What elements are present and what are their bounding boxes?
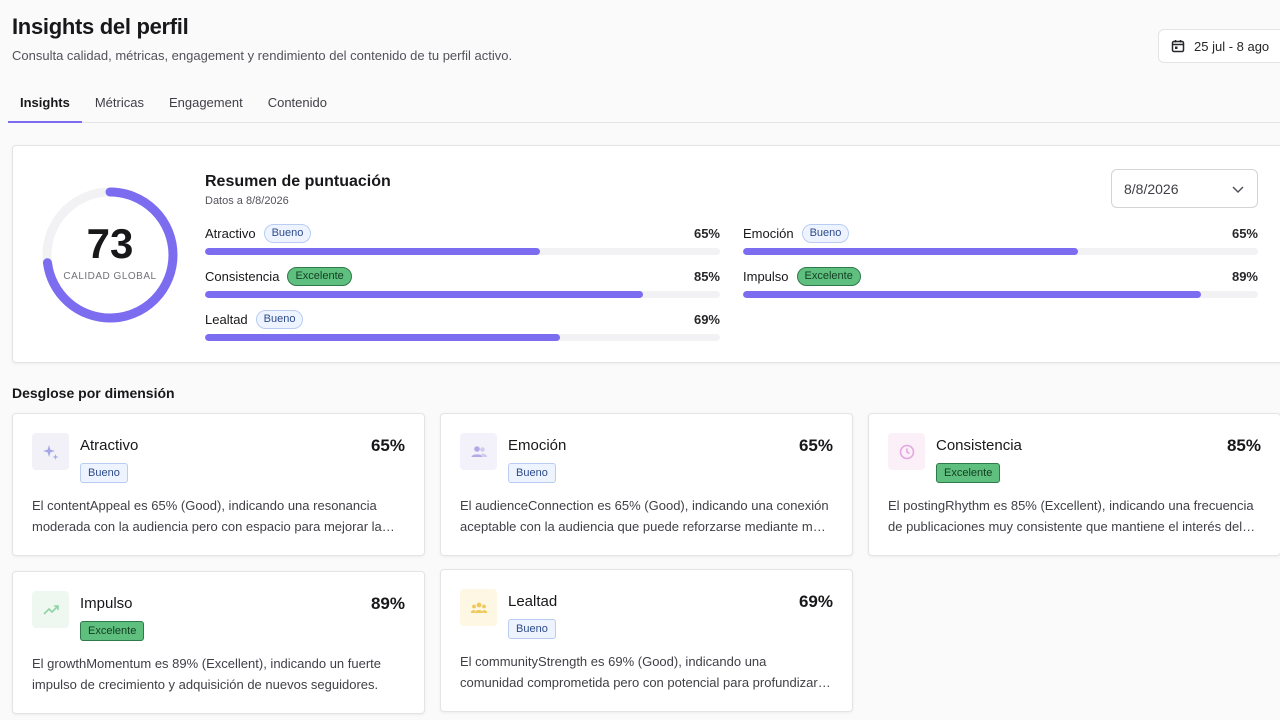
dimension-card-emocion[interactable]: Emoción Bueno 65% El audienceConnection … — [440, 413, 853, 556]
status-badge: Bueno — [508, 619, 556, 639]
clock-icon — [888, 433, 925, 470]
dimension-name: Consistencia — [936, 437, 1022, 454]
tab-engagement[interactable]: Engagement — [157, 86, 255, 123]
dimension-name: Lealtad — [508, 593, 558, 610]
dimension-description: El growthMomentum es 89% (Excellent), in… — [32, 656, 382, 692]
metric-percent: 89% — [1231, 268, 1258, 284]
progress-track — [205, 248, 720, 255]
date-range-button[interactable]: 25 jul - 8 ago — [1158, 29, 1280, 63]
summary-date-note: Datos a 8/8/2026 — [205, 195, 289, 207]
status-badge: Bueno — [508, 463, 556, 483]
metric-name: Impulso — [743, 268, 789, 284]
dimension-name: Emoción — [508, 437, 567, 454]
tab-contenido[interactable]: Contenido — [256, 86, 339, 123]
status-badge: Bueno — [263, 223, 312, 243]
score-value: 73 — [86, 220, 134, 267]
tab-bar: Insights Métricas Engagement Contenido — [8, 86, 1280, 123]
chevron-down-icon — [1232, 185, 1244, 193]
dimension-percent: 65% — [370, 436, 405, 455]
page-subtitle: Consulta calidad, métricas, engagement y… — [12, 48, 513, 63]
progress-track — [205, 334, 720, 341]
users-icon — [460, 433, 497, 470]
status-badge: Excelente — [80, 621, 145, 641]
progress-fill — [205, 291, 643, 298]
dimension-percent: 85% — [1226, 436, 1261, 455]
progress-fill — [205, 248, 540, 255]
metric-atractivo: Atractivo Bueno 65% — [205, 223, 720, 255]
dimension-percent: 65% — [798, 436, 833, 455]
dimension-name: Atractivo — [80, 437, 139, 454]
progress-fill — [743, 248, 1078, 255]
date-range-label: 25 jul - 8 ago — [1194, 38, 1270, 54]
dimension-card-impulso[interactable]: Impulso Excelente 89% El growthMomentum … — [12, 571, 425, 714]
community-icon — [460, 589, 497, 626]
status-badge: Excelente — [287, 266, 352, 286]
dimension-description: El communityStrength es 69% (Good), indi… — [460, 654, 832, 690]
score-label: CALIDAD GLOBAL — [63, 271, 157, 282]
metric-percent: 65% — [1231, 225, 1258, 241]
metric-percent: 85% — [693, 268, 720, 284]
status-badge: Excelente — [936, 463, 1001, 483]
progress-track — [743, 291, 1258, 298]
dimension-description: El audienceConnection es 65% (Good), ind… — [460, 498, 829, 534]
date-select-value: 8/8/2026 — [1124, 180, 1179, 197]
metric-name: Emoción — [743, 225, 794, 241]
dimension-name: Impulso — [80, 595, 133, 612]
progress-track — [205, 291, 720, 298]
trending-up-icon — [32, 591, 69, 628]
dimension-card-atractivo[interactable]: Atractivo Bueno 65% El contentAppeal es … — [12, 413, 425, 556]
dimension-description: El contentAppeal es 65% (Good), indicand… — [32, 498, 382, 534]
metric-name: Consistencia — [205, 268, 280, 284]
summary-title: Resumen de puntuación — [205, 173, 391, 190]
dimension-description: El postingRhythm es 85% (Excellent), ind… — [888, 498, 1254, 534]
date-select[interactable]: 8/8/2026 — [1111, 169, 1258, 208]
dimension-percent: 69% — [798, 592, 833, 611]
page-title: Insights del perfil — [12, 14, 189, 39]
metric-lealtad: Lealtad Bueno 69% — [205, 309, 720, 341]
status-badge: Bueno — [80, 463, 128, 483]
status-badge: Bueno — [255, 309, 304, 329]
metric-emocion: Emoción Bueno 65% — [743, 223, 1258, 255]
breakdown-title: Desglose por dimensión — [12, 385, 175, 401]
metric-percent: 65% — [693, 225, 720, 241]
metric-name: Atractivo — [205, 225, 256, 241]
metric-consistencia: Consistencia Excelente 85% — [205, 266, 720, 298]
page-header: Insights del perfil Consulta calidad, mé… — [12, 14, 512, 63]
progress-track — [743, 248, 1258, 255]
tab-insights[interactable]: Insights — [8, 86, 82, 123]
status-badge: Excelente — [796, 266, 861, 286]
dimension-card-lealtad[interactable]: Lealtad Bueno 69% El communityStrength e… — [440, 569, 853, 712]
metric-impulso: Impulso Excelente 89% — [743, 266, 1258, 298]
dimension-percent: 89% — [370, 594, 405, 613]
progress-fill — [743, 291, 1202, 298]
calendar-icon — [1171, 40, 1185, 53]
metric-percent: 69% — [693, 311, 720, 327]
tab-metricas[interactable]: Métricas — [83, 86, 156, 123]
sparkles-icon — [32, 433, 69, 470]
metric-name: Lealtad — [205, 311, 248, 327]
progress-fill — [205, 334, 561, 341]
status-badge: Bueno — [801, 223, 850, 243]
dimension-card-consistencia[interactable]: Consistencia Excelente 85% El postingRhy… — [868, 413, 1280, 556]
score-summary-card: 73 CALIDAD GLOBAL Resumen de puntuación … — [12, 145, 1280, 363]
